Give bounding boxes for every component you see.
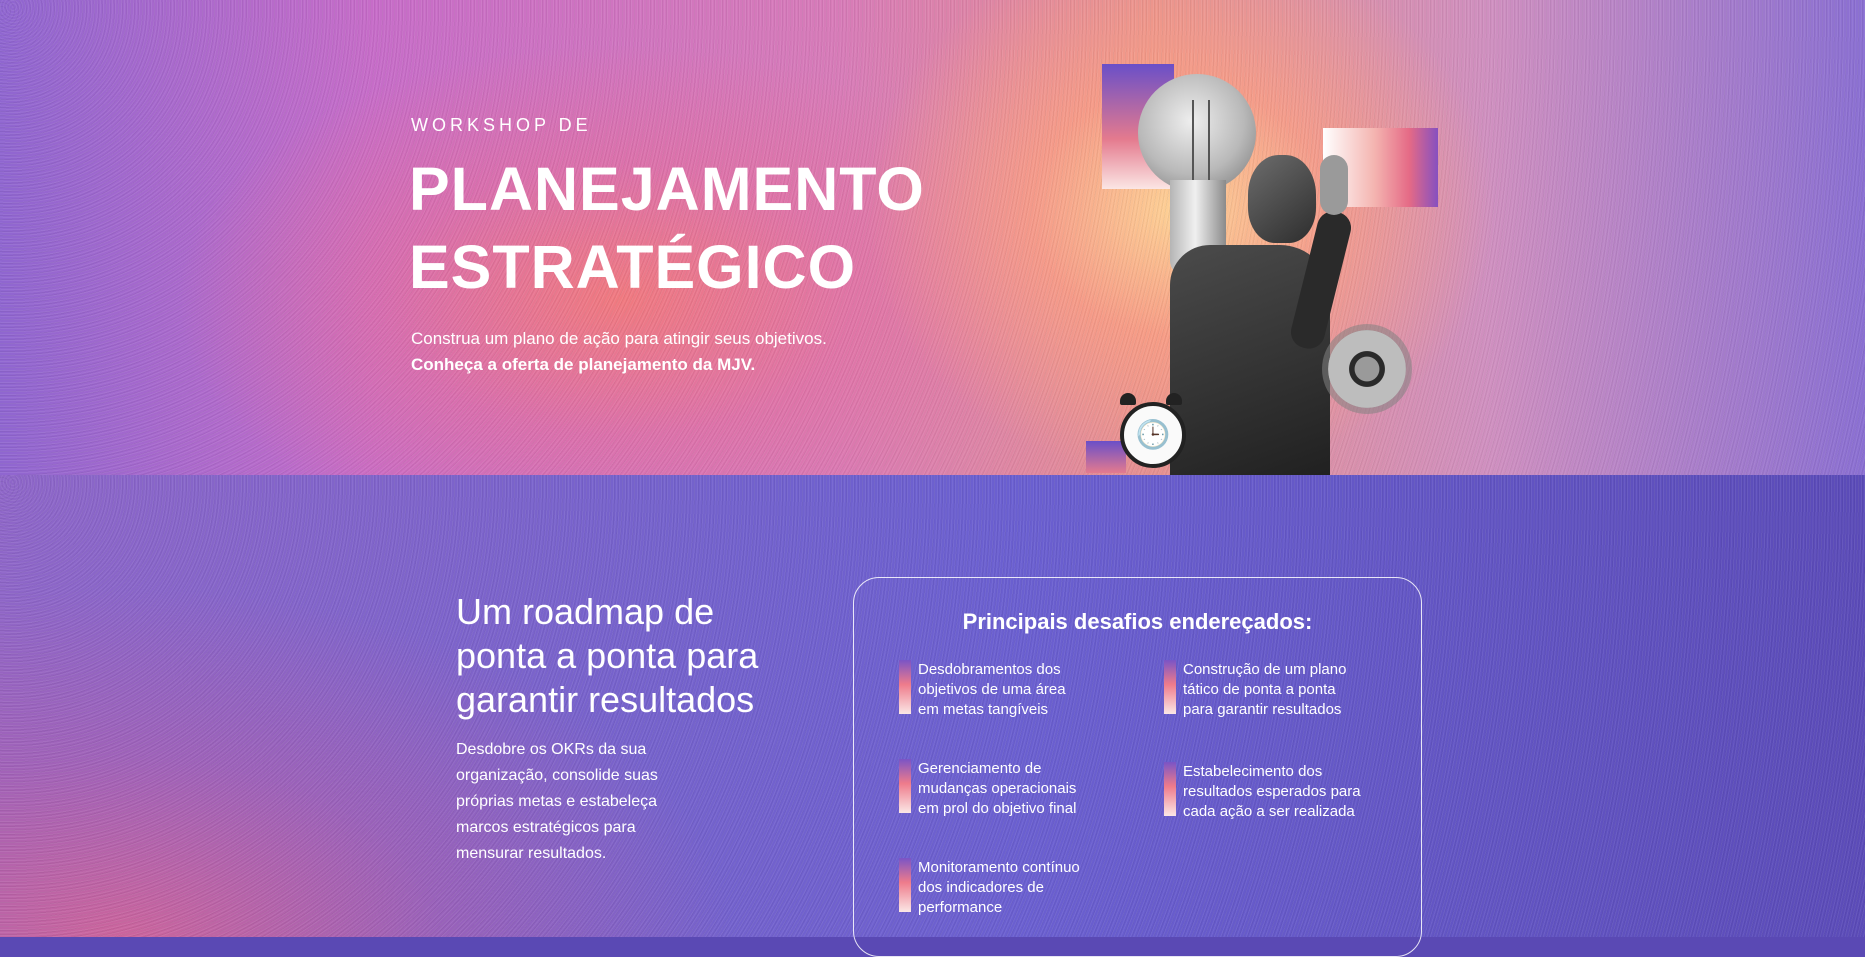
challenge-item: Desdobramentos dos objetivos de uma área… xyxy=(899,660,1099,720)
challenge-item: Gerenciamento de mudanças operacionais e… xyxy=(899,759,1099,819)
challenge-text-line: cada ação a ser realizada xyxy=(1183,803,1355,820)
section-body: Desdobre os OKRs da sua organização, con… xyxy=(456,737,716,867)
challenge-text-line: dos indicadores de xyxy=(918,879,1044,896)
challenge-text: Monitoramento contínuo dos indicadores d… xyxy=(918,858,1099,918)
challenge-text-line: em prol do objetivo final xyxy=(918,800,1077,817)
challenge-accent-bar xyxy=(1164,660,1176,714)
decor-rectangle xyxy=(1086,441,1126,473)
challenges-card-title: Principais desafios endereçados: xyxy=(962,609,1313,634)
gear-icon xyxy=(1328,330,1406,408)
challenge-accent-bar xyxy=(899,759,911,813)
section-title-line: Um roadmap de xyxy=(456,591,715,632)
challenge-text-line: em metas tangíveis xyxy=(918,701,1049,718)
challenge-text-line: tático de ponta a ponta xyxy=(1183,681,1336,698)
challenge-item: Construção de um plano tático de ponta a… xyxy=(1164,660,1364,720)
challenge-accent-bar xyxy=(899,660,911,714)
challenge-text-line: objetivos de uma área xyxy=(918,681,1066,698)
challenge-text-line: Monitoramento contínuo xyxy=(918,859,1080,876)
section-title: Um roadmap de ponta a ponta para garanti… xyxy=(456,590,786,722)
hero-banner: WORKSHOP DE PLANEJAMENTO ESTRATÉGICO Con… xyxy=(0,0,1865,475)
hero-headline: PLANEJAMENTO ESTRATÉGICO xyxy=(409,150,925,306)
challenge-text-line: Estabelecimento dos xyxy=(1183,763,1323,780)
alarm-clock-bell xyxy=(1166,393,1182,405)
section-body-line: próprias metas e estabeleça xyxy=(456,793,657,810)
hero-eyebrow: WORKSHOP DE xyxy=(411,115,592,135)
challenge-text-line: Gerenciamento de xyxy=(918,760,1042,777)
challenges-card: Principais desafios endereçados: Desdobr… xyxy=(853,577,1422,957)
challenge-accent-bar xyxy=(899,858,911,912)
hero-lead: Construa um plano de ação para atingir s… xyxy=(411,326,827,378)
hero-noise-texture xyxy=(0,0,1865,475)
challenge-text: Gerenciamento de mudanças operacionais e… xyxy=(918,759,1099,819)
challenge-item: Estabelecimento dos resultados esperados… xyxy=(1164,762,1364,822)
businessman-head xyxy=(1248,155,1316,243)
challenge-text-line: performance xyxy=(918,899,1003,916)
challenge-accent-bar xyxy=(1164,762,1176,816)
businessman-hand xyxy=(1320,155,1348,215)
hero-headline-line: PLANEJAMENTO xyxy=(409,155,925,223)
section-title-line: ponta a ponta para xyxy=(456,635,759,676)
challenge-text: Desdobramentos dos objetivos de uma área… xyxy=(918,660,1099,720)
hero-illustration: 🕒 xyxy=(1080,60,1440,515)
challenge-text-line: para garantir resultados xyxy=(1183,701,1342,718)
challenge-text: Construção de um plano tático de ponta a… xyxy=(1183,660,1364,720)
challenge-text-line: mudanças operacionais xyxy=(918,780,1077,797)
alarm-clock-icon: 🕒 xyxy=(1120,402,1186,468)
challenge-text-line: resultados esperados para xyxy=(1183,783,1361,800)
section-title-line: garantir resultados xyxy=(456,679,755,720)
challenge-item: Monitoramento contínuo dos indicadores d… xyxy=(899,858,1099,918)
hero-lead-text: Construa um plano de ação para atingir s… xyxy=(411,329,827,348)
alarm-clock-bell xyxy=(1120,393,1136,405)
challenge-text-line: Construção de um plano xyxy=(1183,661,1347,678)
section-body-line: Desdobre os OKRs da sua xyxy=(456,741,647,758)
challenge-text: Estabelecimento dos resultados esperados… xyxy=(1183,762,1364,822)
section-body-line: mensurar resultados. xyxy=(456,845,607,862)
hero-headline-line: ESTRATÉGICO xyxy=(409,233,857,301)
hero-lead-strong: Conheça a oferta de planejamento da MJV. xyxy=(411,355,756,374)
section-body-line: organização, consolide suas xyxy=(456,767,658,784)
section-body-line: marcos estratégicos para xyxy=(456,819,636,836)
challenge-text-line: Desdobramentos dos xyxy=(918,661,1061,678)
